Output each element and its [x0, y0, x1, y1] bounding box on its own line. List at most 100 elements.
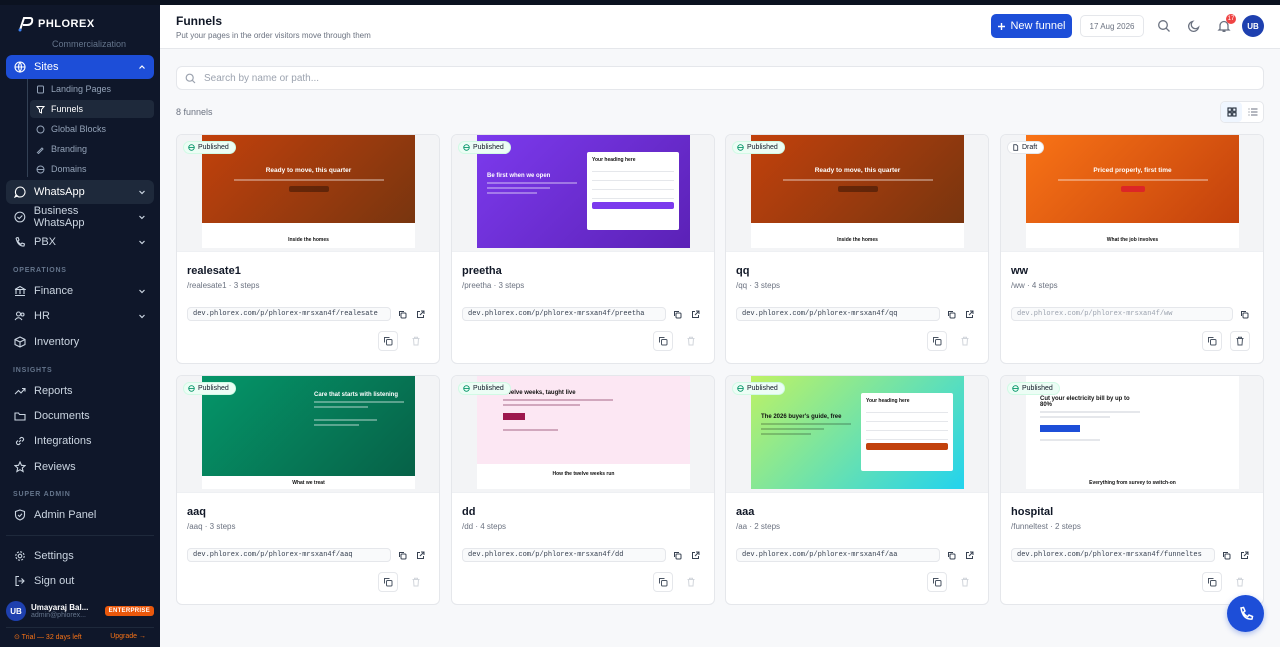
- funnel-card[interactable]: Twelve weeks, taught live How the twelve…: [451, 375, 715, 605]
- open-url-button[interactable]: [413, 548, 427, 562]
- funnel-card[interactable]: Ready to move, this quarter Inside the h…: [176, 134, 440, 364]
- duplicate-button[interactable]: [927, 572, 947, 592]
- delete-button[interactable]: [955, 572, 975, 592]
- list-view-button[interactable]: [1242, 102, 1263, 122]
- funnel-url[interactable]: dev.phlorex.com/p/phlorex-mrsxan4f/qq: [736, 307, 940, 321]
- copy-url-button[interactable]: [395, 548, 409, 562]
- funnel-card[interactable]: Ready to move, this quarter Inside the h…: [725, 134, 989, 364]
- sidebar-item-label: Sites: [34, 61, 59, 73]
- open-url-button[interactable]: [962, 307, 976, 321]
- preview-text-line: [503, 399, 613, 401]
- preview-section-title: How the twelve weeks run: [552, 471, 615, 477]
- phone-icon: [1239, 606, 1253, 620]
- open-url-button[interactable]: [962, 548, 976, 562]
- funnel-url[interactable]: dev.phlorex.com/p/phlorex-mrsxan4f/ww: [1011, 307, 1233, 321]
- duplicate-button[interactable]: [653, 572, 673, 592]
- funnel-preview[interactable]: Twelve weeks, taught live How the twelve…: [452, 376, 714, 493]
- sidebar-item-pbx[interactable]: PBX: [6, 230, 154, 254]
- funnel-preview[interactable]: Priced properly, first time What the job…: [1001, 135, 1263, 252]
- call-fab-button[interactable]: [1227, 595, 1264, 632]
- copy-url-button[interactable]: [944, 548, 958, 562]
- funnel-url[interactable]: dev.phlorex.com/p/phlorex-mrsxan4f/aaq: [187, 548, 391, 562]
- sidebar-item-label: Reports: [34, 385, 73, 397]
- duplicate-button[interactable]: [378, 572, 398, 592]
- user-card[interactable]: UB Umayaraj Bal... admin@phlorex... ENTE…: [6, 597, 154, 625]
- copy-url-button[interactable]: [395, 307, 409, 321]
- copy-url-button[interactable]: [670, 548, 684, 562]
- sidebar-item-admin-panel[interactable]: Admin Panel: [6, 503, 154, 527]
- open-url-button[interactable]: [688, 307, 702, 321]
- sidebar-item-documents[interactable]: Documents: [6, 404, 154, 428]
- sidebar-item-label: Reviews: [34, 461, 76, 473]
- duplicate-button[interactable]: [1202, 572, 1222, 592]
- delete-button[interactable]: [1230, 331, 1250, 351]
- duplicate-button[interactable]: [653, 331, 673, 351]
- sidebar-subitem-branding[interactable]: Branding: [30, 140, 154, 158]
- search-icon[interactable]: [1157, 19, 1171, 33]
- sidebar-item-finance[interactable]: Finance: [6, 279, 154, 303]
- funnel-preview[interactable]: The 2026 buyer's guide, free Your headin…: [726, 376, 988, 493]
- funnel-card[interactable]: The 2026 buyer's guide, free Your headin…: [725, 375, 989, 605]
- funnel-url[interactable]: dev.phlorex.com/p/phlorex-mrsxan4f/dd: [462, 548, 666, 562]
- funnel-url[interactable]: dev.phlorex.com/p/phlorex-mrsxan4f/reale…: [187, 307, 391, 321]
- sidebar-item-sites[interactable]: Sites: [6, 55, 154, 79]
- funnel-preview[interactable]: Be first when we open Your heading here …: [452, 135, 714, 252]
- funnel-card[interactable]: Cut your electricity bill by up to 80% E…: [1000, 375, 1264, 605]
- funnel-preview[interactable]: Cut your electricity bill by up to 80% E…: [1001, 376, 1263, 493]
- duplicate-button[interactable]: [927, 331, 947, 351]
- copy-url-button[interactable]: [1219, 548, 1233, 562]
- delete-button[interactable]: [681, 572, 701, 592]
- sidebar-subitem-global-blocks[interactable]: Global Blocks: [30, 120, 154, 138]
- sidebar-item-integrations[interactable]: Integrations: [6, 429, 154, 453]
- sidebar-item-reports[interactable]: Reports: [6, 379, 154, 403]
- duplicate-button[interactable]: [378, 331, 398, 351]
- open-url-button[interactable]: [413, 307, 427, 321]
- logout-icon: [15, 575, 25, 587]
- open-url-button[interactable]: [688, 548, 702, 562]
- sidebar-item-signout[interactable]: Sign out: [6, 569, 154, 593]
- copy-url-button[interactable]: [944, 307, 958, 321]
- funnel-url[interactable]: dev.phlorex.com/p/phlorex-mrsxan4f/aa: [736, 548, 940, 562]
- globe-icon: [1012, 385, 1019, 392]
- funnel-name: aaa: [736, 506, 755, 518]
- moon-icon[interactable]: [1187, 19, 1201, 33]
- copy-url-button[interactable]: [1237, 307, 1251, 321]
- funnel-preview[interactable]: Care that starts with listening What we …: [177, 376, 439, 493]
- avatar[interactable]: UB: [1242, 15, 1264, 37]
- sidebar-item-business-whatsapp[interactable]: Business WhatsApp: [6, 205, 154, 229]
- delete-button[interactable]: [1230, 572, 1250, 592]
- funnel-url[interactable]: dev.phlorex.com/p/phlorex-mrsxan4f/preet…: [462, 307, 666, 321]
- delete-button[interactable]: [406, 331, 426, 351]
- copy-url-button[interactable]: [670, 307, 684, 321]
- sidebar-item-inventory[interactable]: Inventory: [6, 330, 154, 354]
- status-label: Published: [747, 144, 778, 151]
- sidebar-item-reviews[interactable]: Reviews: [6, 455, 154, 479]
- preview-section: What the job involves: [1026, 223, 1239, 248]
- delete-button[interactable]: [955, 331, 975, 351]
- grid-view-button[interactable]: [1221, 102, 1242, 122]
- funnel-card[interactable]: Care that starts with listening What we …: [176, 375, 440, 605]
- funnel-url[interactable]: dev.phlorex.com/p/phlorex-mrsxan4f/funne…: [1011, 548, 1215, 562]
- logo[interactable]: PHLOREX: [16, 15, 95, 33]
- shield-icon: [14, 509, 26, 521]
- funnel-meta: /preetha · 3 steps: [462, 281, 525, 290]
- funnel-card[interactable]: Priced properly, first time What the job…: [1000, 134, 1264, 364]
- upgrade-link[interactable]: Upgrade →: [110, 633, 146, 640]
- delete-button[interactable]: [406, 572, 426, 592]
- sidebar-subitem-domains[interactable]: Domains: [30, 160, 154, 178]
- sidebar-item-whatsapp[interactable]: WhatsApp: [6, 180, 154, 204]
- sidebar-subitem-landing-pages[interactable]: Landing Pages: [30, 80, 154, 98]
- funnel-preview[interactable]: Ready to move, this quarter Inside the h…: [726, 135, 988, 252]
- search-input[interactable]: [204, 72, 1255, 84]
- date-pill[interactable]: 17 Aug 2026: [1080, 15, 1144, 37]
- delete-button[interactable]: [681, 331, 701, 351]
- duplicate-button[interactable]: [1202, 331, 1222, 351]
- open-url-button[interactable]: [1237, 548, 1251, 562]
- sidebar-item-clipped[interactable]: Commercialization: [52, 39, 126, 49]
- sidebar-subitem-funnels[interactable]: Funnels: [30, 100, 154, 118]
- funnel-card[interactable]: Be first when we open Your heading here …: [451, 134, 715, 364]
- funnel-preview[interactable]: Ready to move, this quarter Inside the h…: [177, 135, 439, 252]
- new-funnel-button[interactable]: New funnel: [991, 14, 1072, 38]
- sidebar-item-hr[interactable]: HR: [6, 304, 154, 328]
- sidebar-item-settings[interactable]: Settings: [6, 544, 154, 568]
